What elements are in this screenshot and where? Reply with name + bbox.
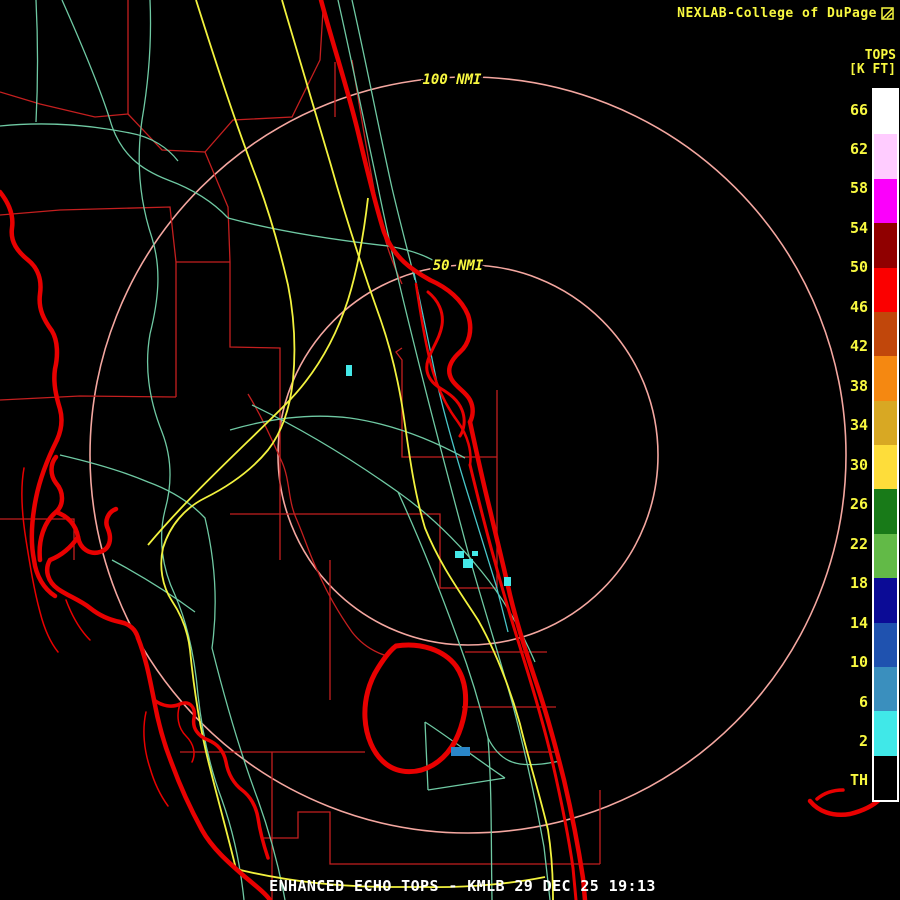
legend-value-label: 2 bbox=[858, 732, 868, 751]
colorbar-band bbox=[874, 311, 897, 357]
radar-map: 100 NMI 50 NMI bbox=[0, 0, 883, 900]
legend-value-label: 46 bbox=[849, 297, 868, 316]
legend-units: [K FT] bbox=[849, 62, 896, 77]
colorbar-band bbox=[874, 267, 897, 312]
legend-value-label: TH bbox=[849, 771, 868, 790]
legend-value-label: 42 bbox=[849, 337, 868, 356]
legend-value-label: 54 bbox=[849, 218, 868, 237]
cod-logo-icon bbox=[881, 7, 894, 20]
radar-screen: 100 NMI 50 NMI NEXLAB-College of DuPage … bbox=[0, 0, 900, 900]
legend-value-label: 30 bbox=[849, 455, 868, 474]
colorbar-band bbox=[874, 578, 897, 623]
colorbar-band bbox=[874, 489, 897, 534]
ring-label-100nmi: 100 NMI bbox=[422, 72, 482, 88]
range-ring-100nmi bbox=[89, 76, 847, 834]
coastlines-layer bbox=[0, 0, 883, 900]
legend-value-label: 6 bbox=[858, 692, 868, 711]
legend-value-label: 58 bbox=[849, 179, 868, 198]
colorbar-band bbox=[874, 755, 897, 800]
colorbar-band bbox=[874, 533, 897, 579]
legend-value-label: 18 bbox=[849, 574, 868, 593]
colorbar-band bbox=[874, 445, 897, 490]
attribution: NEXLAB-College of DuPage bbox=[677, 6, 894, 21]
colorbar-band bbox=[874, 666, 897, 712]
colorbar-band bbox=[874, 178, 897, 224]
product-title: ENHANCED ECHO TOPS - KMLB 29 DEC 25 19:1… bbox=[269, 877, 656, 895]
interstates-layer bbox=[147, 0, 554, 900]
legend-value-label: 38 bbox=[849, 376, 868, 395]
legend-value-label: 22 bbox=[849, 534, 868, 553]
legend-value-label: 10 bbox=[849, 653, 868, 672]
colorbar bbox=[872, 88, 899, 802]
legend-value-label: 66 bbox=[849, 100, 868, 119]
waterway-layer bbox=[412, 267, 509, 633]
colorbar-band bbox=[874, 622, 897, 667]
range-rings bbox=[89, 76, 847, 834]
range-ring-labels: 100 NMI 50 NMI bbox=[420, 70, 486, 277]
colorbar-band bbox=[874, 223, 897, 268]
legend-value-label: 34 bbox=[849, 416, 868, 435]
legend-value-label: 14 bbox=[849, 613, 868, 632]
colorbar-band bbox=[874, 400, 897, 445]
colorbar-band bbox=[874, 134, 897, 179]
echo-pixels-mid bbox=[451, 747, 470, 756]
attribution-text: NEXLAB-College of DuPage bbox=[677, 6, 877, 21]
legend-title: TOPS bbox=[864, 48, 896, 63]
colorbar-band bbox=[874, 711, 897, 756]
colorbar-band bbox=[874, 90, 897, 135]
ring-label-50nmi: 50 NMI bbox=[433, 258, 484, 274]
legend-value-label: 26 bbox=[849, 495, 868, 514]
bahamas-coastline bbox=[807, 788, 883, 817]
legend-value-label: 62 bbox=[849, 139, 868, 158]
legend-value-label: 50 bbox=[849, 258, 868, 277]
colorbar-band bbox=[874, 356, 897, 401]
